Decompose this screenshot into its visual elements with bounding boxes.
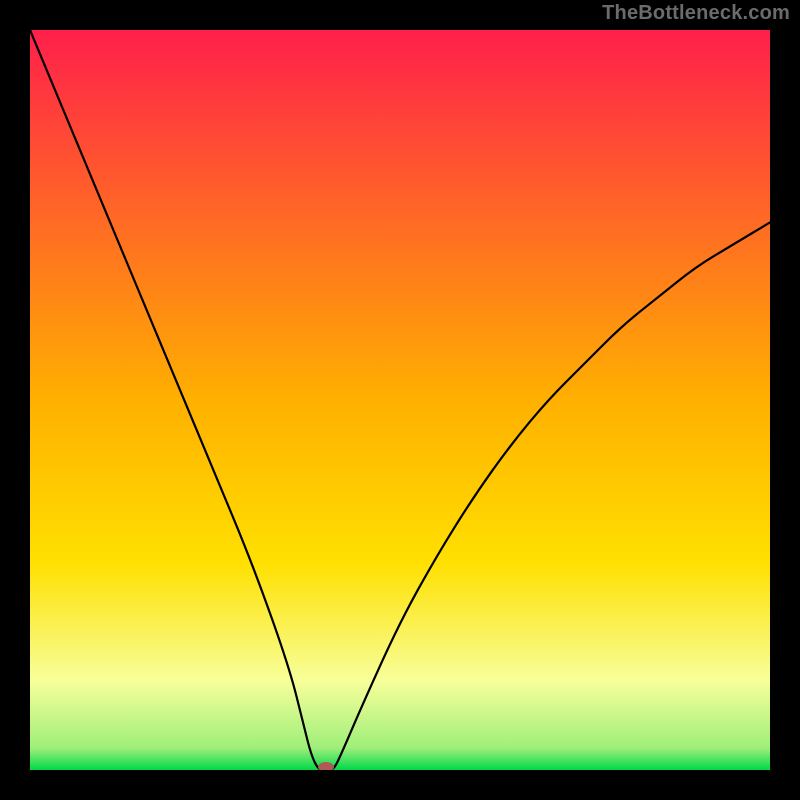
gradient-background (30, 30, 770, 770)
chart-frame: TheBottleneck.com (0, 0, 800, 800)
attribution-text: TheBottleneck.com (602, 2, 790, 25)
chart-svg (30, 30, 770, 770)
bottleneck-chart (30, 30, 770, 770)
